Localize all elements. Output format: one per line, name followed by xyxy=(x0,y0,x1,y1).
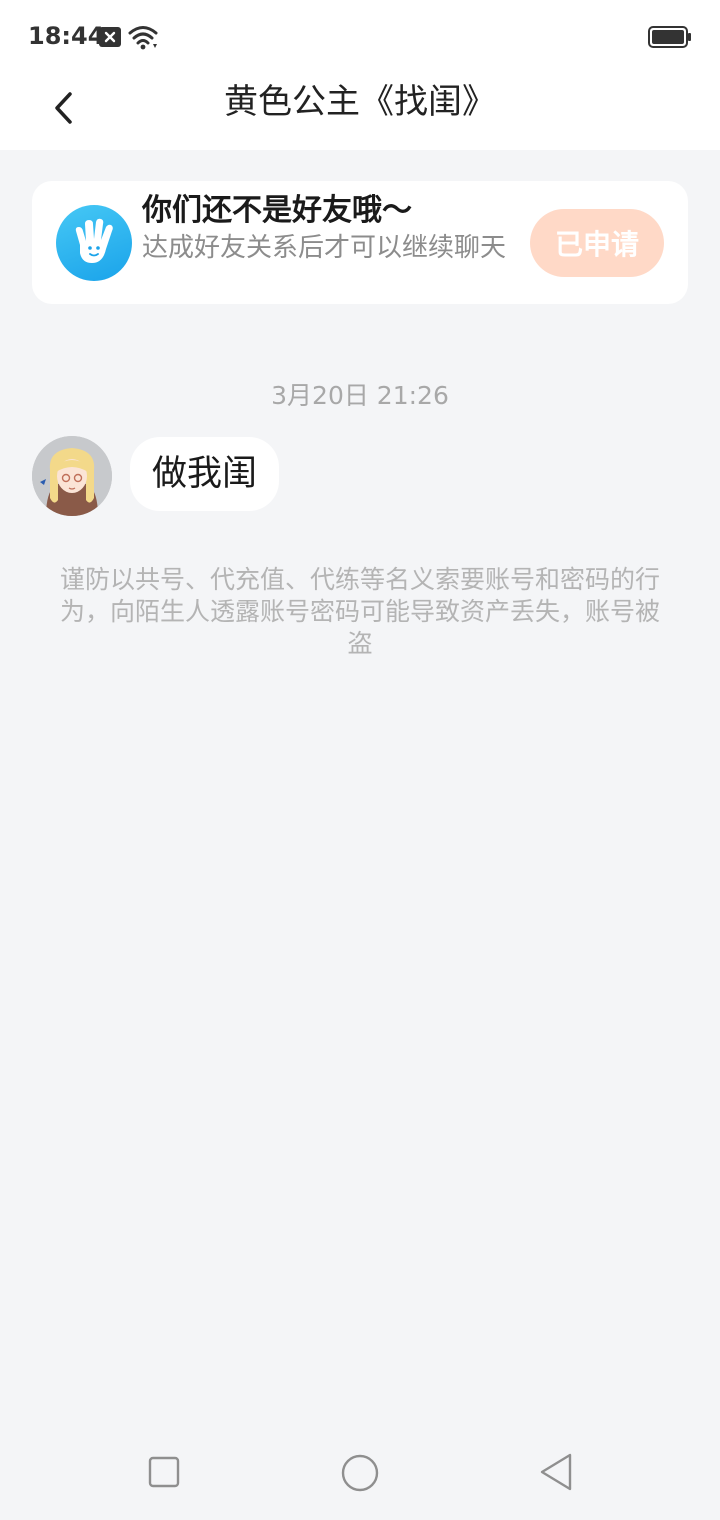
back-icon[interactable] xyxy=(538,1452,574,1492)
friend-request-card: 你们还不是好友哦～ 达成好友关系后才可以继续聊天 已申请 xyxy=(32,181,688,304)
system-nav-bar xyxy=(0,1420,720,1520)
status-time: 18:44 xyxy=(28,22,105,50)
notification-x-icon xyxy=(99,27,121,47)
battery-icon xyxy=(648,26,691,48)
page-title: 黄色公主《找闺》 xyxy=(224,82,496,122)
friend-notice-title: 你们还不是好友哦～ xyxy=(142,193,412,228)
status-bar: 18:44 xyxy=(0,0,720,72)
top-nav-bar: 黄色公主《找闺》 xyxy=(0,72,720,150)
anime-girl-avatar-icon xyxy=(32,436,112,516)
applied-button[interactable]: 已申请 xyxy=(530,209,664,277)
waving-hand-icon xyxy=(56,205,132,281)
friend-notice-subtitle: 达成好友关系后才可以继续聊天 xyxy=(142,233,507,263)
wifi-icon xyxy=(128,26,158,50)
chat-timestamp: 3月20日 21:26 xyxy=(271,381,449,410)
sender-avatar[interactable] xyxy=(32,436,112,516)
message-bubble[interactable]: 做我闺 xyxy=(130,437,280,511)
safety-warning: 谨防以共号、代充值、代练等名义索要账号和密码的行为，向陌生人透露账号密码可能导致… xyxy=(60,565,661,658)
home-icon[interactable] xyxy=(340,1453,380,1493)
recent-apps-icon[interactable] xyxy=(148,1456,180,1488)
